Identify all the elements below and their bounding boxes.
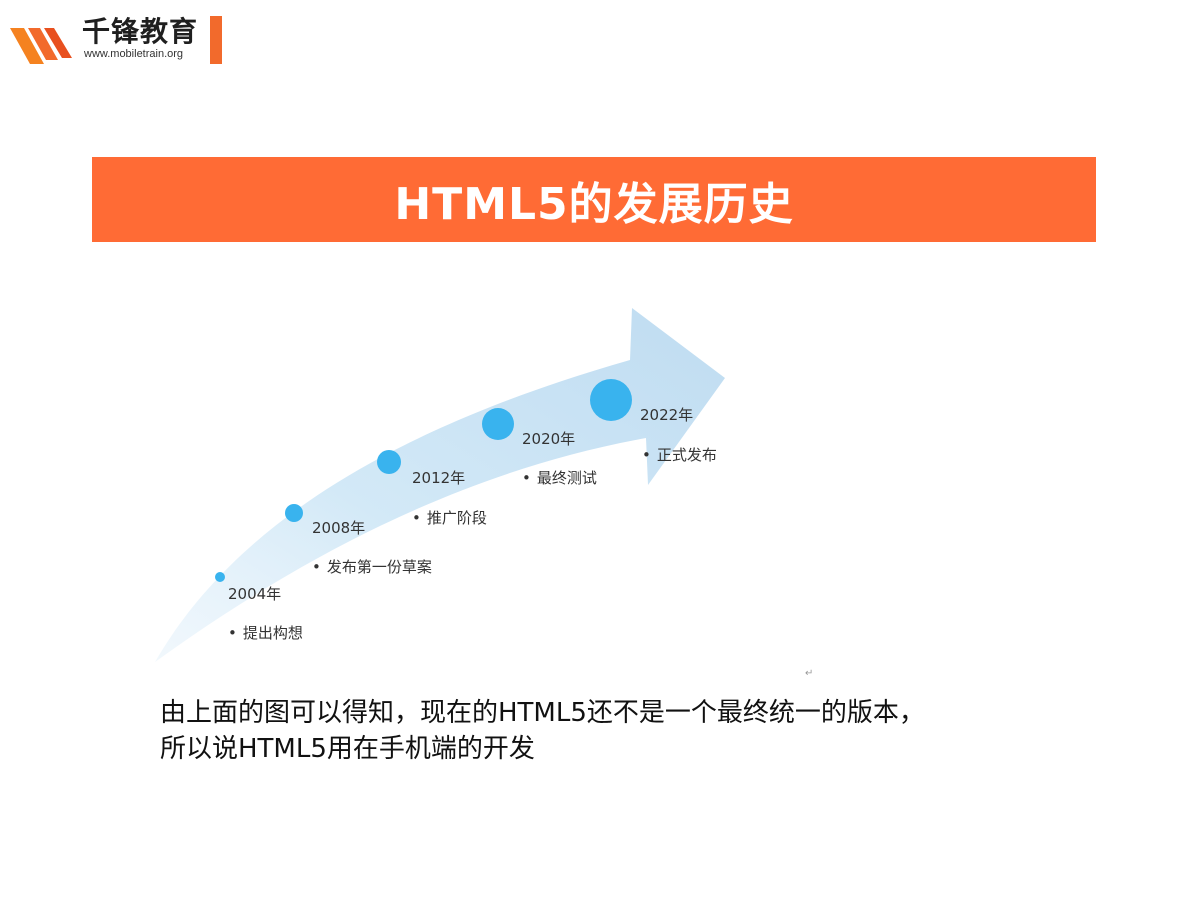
timeline-figure: 2004年 • 提出构想 2008年 • 发布第一份草案 2012年 • 推广阶段 2… bbox=[150, 300, 813, 700]
milestone-dot-2020 bbox=[482, 408, 514, 440]
bullet-mark: • bbox=[642, 446, 651, 464]
paragraph-mark: ↵ bbox=[805, 668, 814, 679]
milestone-desc-2012: • 推广阶段 bbox=[412, 507, 487, 528]
summary-paragraph: 由上面的图可以得知，现在的HTML5还不是一个最终统一的版本， 所以说HTML5… bbox=[160, 695, 1080, 767]
milestone-year-2008: 2008年 bbox=[312, 519, 366, 537]
milestone-desc-2020: • 最终测试 bbox=[522, 467, 597, 488]
milestone-year-2004: 2004年 bbox=[228, 585, 282, 603]
brand-name: 千锋教育 bbox=[82, 15, 199, 48]
milestone-year-2020: 2020年 bbox=[522, 430, 576, 448]
milestone-desc-text: 最终测试 bbox=[536, 469, 597, 487]
milestone-year-2022: 2022年 bbox=[640, 406, 694, 424]
milestone-desc-2022: • 正式发布 bbox=[642, 444, 717, 465]
milestone-desc-text: 提出构想 bbox=[242, 624, 303, 642]
milestone-desc-text: 推广阶段 bbox=[426, 509, 487, 527]
slide-title: HTML5的发展历史 bbox=[394, 178, 794, 230]
milestone-dot-2004 bbox=[215, 572, 225, 582]
milestone-desc-text: 正式发布 bbox=[656, 446, 717, 464]
milestone-desc-text: 发布第一份草案 bbox=[326, 558, 432, 576]
milestone-dot-2022 bbox=[590, 379, 632, 421]
milestone-dot-2012 bbox=[377, 450, 401, 474]
brand-url: www.mobiletrain.org bbox=[84, 48, 184, 60]
bullet-mark: • bbox=[522, 469, 531, 487]
bullet-mark: • bbox=[312, 558, 321, 576]
milestone-year-2012: 2012年 bbox=[412, 469, 466, 487]
milestone-dot-2008 bbox=[285, 504, 303, 522]
summary-line-1: 由上面的图可以得知，现在的HTML5还不是一个最终统一的版本， bbox=[160, 698, 925, 728]
bullet-mark: • bbox=[412, 509, 421, 527]
milestone-desc-2004: • 提出构想 bbox=[228, 622, 303, 643]
brand-accent-bar bbox=[210, 16, 222, 64]
title-banner: HTML5的发展历史 bbox=[92, 157, 1096, 242]
bullet-mark: • bbox=[228, 624, 237, 642]
brand-logo: 千锋教育 www.mobiletrain.org bbox=[0, 8, 230, 68]
milestone-desc-2008: • 发布第一份草案 bbox=[312, 556, 432, 577]
logo-mark-icon bbox=[10, 28, 72, 64]
summary-line-2: 所以说HTML5用在手机端的开发 bbox=[160, 734, 535, 764]
